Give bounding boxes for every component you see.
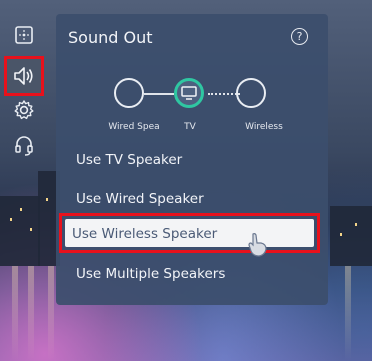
use-wireless-speaker-label: Use Wireless Speaker — [72, 226, 218, 242]
speaker-diagram: Wired Spea TV Wireless — [56, 74, 328, 134]
pointer-cursor-icon — [248, 233, 267, 257]
sound-out-button[interactable] — [4, 56, 44, 96]
quick-settings-rail — [4, 15, 44, 170]
node-label-wireless: Wireless — [245, 122, 283, 132]
settings-button[interactable] — [6, 93, 42, 127]
node-label-tv: TV — [184, 122, 196, 132]
tv-icon — [181, 86, 197, 100]
use-wired-speaker-option[interactable]: Use Wired Speaker — [76, 191, 204, 207]
tv-node — [174, 78, 204, 108]
use-wireless-speaker-option[interactable]: Use Wireless Speaker — [59, 213, 320, 257]
use-multiple-speakers-option[interactable]: Use Multiple Speakers — [76, 266, 225, 282]
panel-title: Sound Out — [68, 28, 153, 47]
speaker-icon — [14, 67, 33, 85]
use-tv-speaker-option[interactable]: Use TV Speaker — [76, 152, 182, 168]
picture-mode-icon — [15, 26, 33, 44]
wireless-node — [236, 78, 266, 108]
sound-out-panel: Sound Out ? Wired Spea TV Wireless Use T… — [56, 14, 328, 305]
help-icon[interactable]: ? — [291, 28, 308, 45]
picture-mode-button[interactable] — [6, 18, 42, 52]
headset-icon — [15, 136, 33, 156]
settings-gear-icon — [14, 100, 34, 120]
headset-button[interactable] — [6, 129, 42, 163]
wired-speaker-node — [114, 78, 144, 108]
node-label-wired: Wired Spea — [108, 122, 160, 132]
